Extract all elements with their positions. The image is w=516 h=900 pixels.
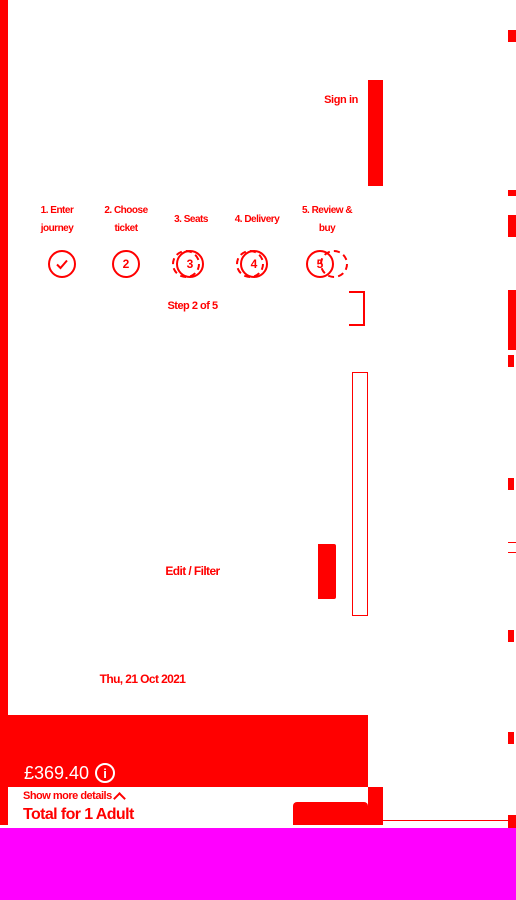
edit-filter-link[interactable]: Edit / Filter	[140, 564, 245, 580]
chevron-up-icon	[112, 791, 126, 805]
step-3-circle-shadow	[172, 250, 200, 278]
basket-footer-edge	[368, 787, 383, 825]
show-more-details-toggle[interactable]: Show more details	[23, 789, 126, 805]
side-scroll-panel[interactable]	[352, 372, 368, 616]
right-sliver-mark	[508, 542, 516, 543]
right-sliver-mark	[508, 290, 516, 350]
info-icon[interactable]: i	[95, 763, 116, 783]
sign-in-link[interactable]: Sign in	[296, 94, 358, 110]
continue-button[interactable]	[293, 802, 368, 825]
sign-in-panel-edge	[368, 80, 383, 186]
step-5-circle-shadow	[320, 250, 348, 278]
step-4-circle-shadow	[236, 250, 264, 278]
step-2-circle: 2	[112, 250, 140, 278]
right-sliver-mark	[508, 190, 516, 196]
step-label-delivery: 4. Delivery	[234, 214, 280, 225]
right-sliver-mark	[508, 630, 514, 642]
right-sliver-mark	[508, 30, 516, 42]
price-value: £369.40	[24, 762, 90, 783]
total-price: £369.40 i	[24, 762, 116, 784]
total-for-label: Total for 1 Adult	[23, 806, 134, 823]
right-divider	[383, 820, 516, 821]
left-edge-strip	[0, 0, 8, 715]
journey-date: Thu, 21 Oct 2021	[99, 672, 186, 686]
bottom-band	[0, 828, 516, 900]
step-label-seats: 3. Seats	[174, 214, 208, 225]
show-more-label: Show more details	[23, 790, 112, 802]
outbound-toggle[interactable]	[349, 291, 365, 326]
right-sliver-mark	[508, 478, 514, 490]
step-label-review-buy: 5. Review & buy	[301, 205, 353, 234]
step-label-enter-journey: 1. Enter journey	[40, 205, 74, 234]
right-sliver-mark	[508, 355, 514, 367]
step-1-circle	[48, 250, 76, 278]
right-sliver-mark	[508, 552, 516, 553]
right-sliver-mark	[508, 732, 514, 744]
step-label-choose-ticket: 2. Choose ticket	[104, 205, 148, 234]
check-icon	[56, 259, 68, 270]
step-counter: Step 2 of 5	[167, 300, 218, 312]
right-sliver-mark	[508, 215, 516, 237]
right-sliver-mark	[508, 815, 516, 828]
edit-filter-button[interactable]	[318, 544, 336, 599]
